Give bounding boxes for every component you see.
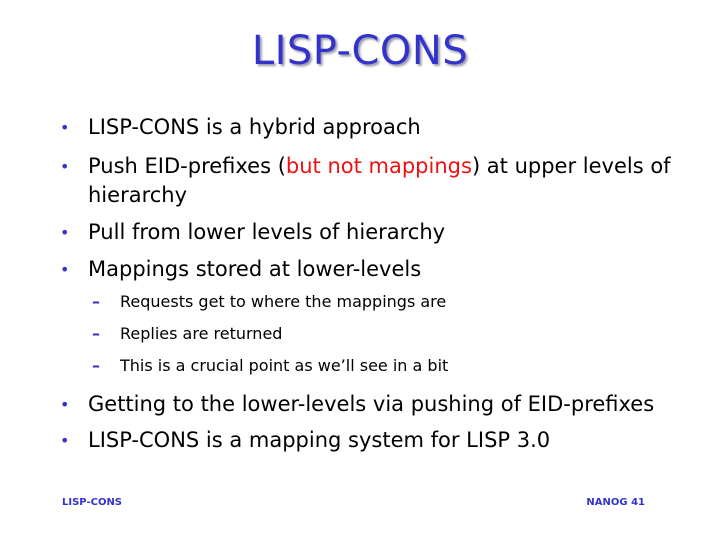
bullet-item: • Mappings stored at lower-levels <box>60 255 422 284</box>
dash-icon: – <box>92 292 100 311</box>
bullet-icon: • <box>60 118 70 137</box>
bullet-text: Getting to the lower-levels via pushing … <box>88 392 655 416</box>
bullet-list: • LISP-CONS is a hybrid approach • Push … <box>0 0 720 540</box>
bullet-text-after: ) at upper levels of <box>471 154 671 178</box>
bullet-text: LISP-CONS is a mapping system for LISP 3… <box>88 428 551 452</box>
sub-bullet-text: Replies are returned <box>120 324 283 343</box>
bullet-item: • Getting to the lower-levels via pushin… <box>60 390 655 419</box>
bullet-text-before: Push EID-prefixes ( <box>88 154 286 178</box>
bullet-icon: • <box>60 395 70 414</box>
bullet-icon: • <box>60 431 70 450</box>
sub-bullet-item: – Requests get to where the mappings are <box>92 291 447 313</box>
dash-icon: – <box>92 356 100 375</box>
dash-icon: – <box>92 324 100 343</box>
footer-left: LISP-CONS <box>62 497 123 508</box>
bullet-icon: • <box>60 223 70 242</box>
footer-right: NANOG 41 <box>586 497 645 508</box>
bullet-item: • LISP-CONS is a mapping system for LISP… <box>60 426 551 455</box>
sub-bullet-text: Requests get to where the mappings are <box>120 292 447 311</box>
sub-bullet-item: – Replies are returned <box>92 323 283 345</box>
sub-bullet-item: – This is a crucial point as we’ll see i… <box>92 355 449 377</box>
bullet-icon: • <box>60 157 70 176</box>
bullet-icon: • <box>60 260 70 279</box>
bullet-item: • Push EID-prefixes (but not mappings) a… <box>60 152 671 181</box>
bullet-item: • Pull from lower levels of hierarchy <box>60 218 446 247</box>
bullet-text: hierarchy <box>88 183 188 207</box>
bullet-item: • LISP-CONS is a hybrid approach <box>60 113 421 142</box>
bullet-text: LISP-CONS is a hybrid approach <box>88 115 421 139</box>
bullet-text: Pull from lower levels of hierarchy <box>88 220 446 244</box>
sub-bullet-text: This is a crucial point as we’ll see in … <box>120 356 449 375</box>
bullet-text: Mappings stored at lower-levels <box>88 257 422 281</box>
highlight-text: but not mappings <box>285 154 472 178</box>
bullet-continuation: hierarchy <box>88 181 187 210</box>
